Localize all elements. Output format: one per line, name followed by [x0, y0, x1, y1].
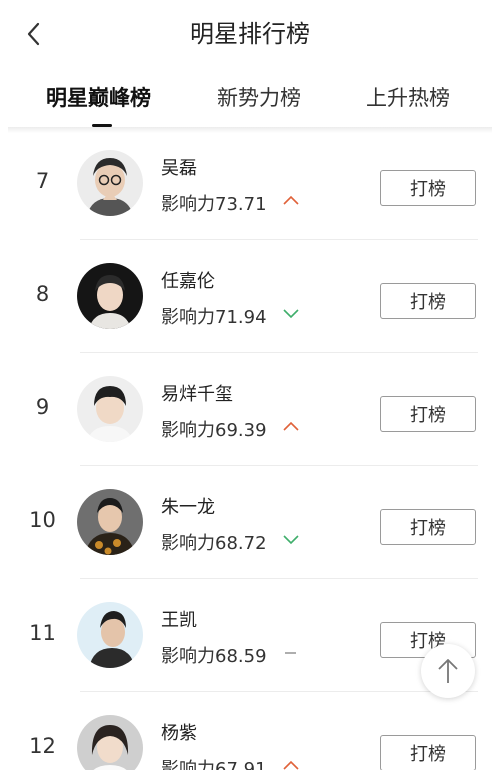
- ranking-row: 12 杨紫 影响力67.91 打榜: [0, 693, 500, 770]
- header-bar: 明星排行榜: [0, 0, 500, 68]
- rank-number: 10: [29, 508, 56, 532]
- star-name: 吴磊: [161, 158, 197, 179]
- vote-button[interactable]: 打榜: [380, 735, 476, 770]
- avatar[interactable]: [77, 602, 143, 668]
- avatar[interactable]: [77, 489, 143, 555]
- trend-down-icon: [281, 531, 301, 545]
- influence-score: 影响力71.94: [161, 307, 267, 328]
- influence-score: 影响力67.91: [161, 759, 267, 770]
- avatar[interactable]: [77, 376, 143, 442]
- trend-up-icon: [281, 757, 301, 770]
- rank-number: 8: [35, 282, 50, 306]
- star-name: 易烊千玺: [161, 384, 233, 405]
- star-name: 王凯: [161, 610, 197, 631]
- rank-number: 7: [35, 169, 50, 193]
- ranking-tabs: 明星巅峰榜 新势力榜 上升热榜: [0, 68, 500, 128]
- arrow-up-icon: [438, 659, 458, 683]
- star-name: 朱一龙: [161, 497, 215, 518]
- scroll-top-button[interactable]: [421, 644, 475, 698]
- ranking-row: 10 朱一龙 影响力68.72 打榜: [0, 467, 500, 579]
- row-divider: [80, 352, 478, 353]
- star-name: 任嘉伦: [161, 271, 215, 292]
- vote-button[interactable]: 打榜: [380, 170, 476, 206]
- rank-number: 9: [35, 395, 50, 419]
- trend-up-icon: [281, 192, 301, 206]
- row-divider: [80, 691, 478, 692]
- page-title: 明星排行榜: [190, 20, 310, 48]
- influence-score: 影响力68.59: [161, 646, 267, 667]
- tab-new-power[interactable]: 新势力榜: [217, 82, 301, 112]
- tab-star-peak[interactable]: 明星巅峰榜: [46, 82, 151, 112]
- row-divider: [80, 578, 478, 579]
- avatar[interactable]: [77, 715, 143, 770]
- tab-rising[interactable]: 上升热榜: [366, 82, 450, 112]
- ranking-row: 7 吴磊 影响力73.71 打榜: [0, 128, 500, 240]
- vote-button[interactable]: 打榜: [380, 396, 476, 432]
- row-divider: [80, 465, 478, 466]
- rank-number: 12: [29, 734, 56, 758]
- row-divider: [80, 239, 478, 240]
- vote-button[interactable]: 打榜: [380, 509, 476, 545]
- avatar[interactable]: [77, 150, 143, 216]
- trend-down-icon: [281, 305, 301, 319]
- influence-score: 影响力69.39: [161, 420, 267, 441]
- trend-up-icon: [281, 418, 301, 432]
- trend-flat-icon: [281, 644, 301, 658]
- influence-score: 影响力68.72: [161, 533, 267, 554]
- rank-number: 11: [29, 621, 56, 645]
- influence-score: 影响力73.71: [161, 194, 267, 215]
- avatar[interactable]: [77, 263, 143, 329]
- star-name: 杨紫: [161, 723, 197, 744]
- vote-button[interactable]: 打榜: [380, 283, 476, 319]
- ranking-row: 9 易烊千玺 影响力69.39 打榜: [0, 354, 500, 466]
- ranking-row: 8 任嘉伦 影响力71.94 打榜: [0, 241, 500, 353]
